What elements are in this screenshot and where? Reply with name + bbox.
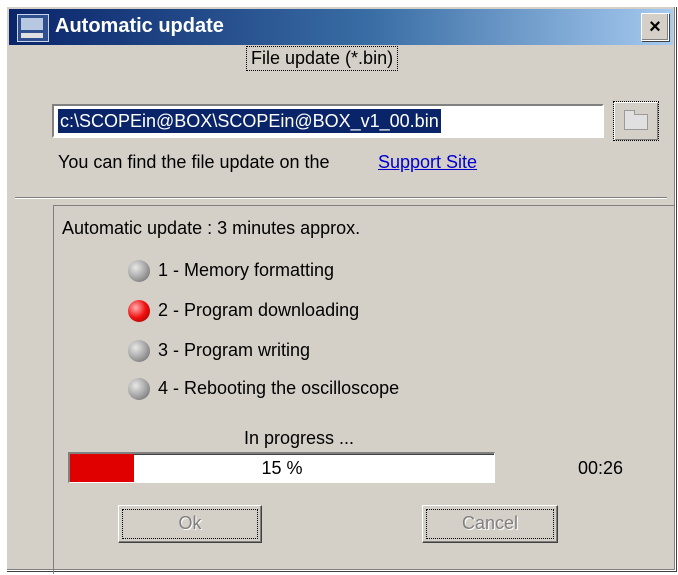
update-dialog: Automatic update × — [6, 6, 676, 574]
progress-bar: 15 % — [68, 452, 495, 483]
status-led-icon — [128, 340, 150, 362]
progress-percent: 15 % — [261, 458, 303, 478]
section-divider — [15, 197, 667, 199]
progress-status-text: In progress ... — [244, 428, 355, 448]
browse-button[interactable] — [613, 101, 659, 141]
elapsed-timer: 00:26 — [578, 458, 624, 478]
ok-button[interactable]: Ok — [118, 505, 262, 543]
status-led-icon — [128, 260, 150, 282]
support-site-link[interactable]: Support Site — [378, 152, 477, 173]
oscilloscope-app-icon — [17, 14, 49, 42]
window-title: Automatic update — [55, 15, 224, 37]
folder-icon — [624, 110, 648, 130]
update-duration-text: Automatic update : 3 minutes approx. — [62, 218, 361, 238]
close-button[interactable]: × — [641, 13, 669, 41]
status-led-icon — [128, 300, 150, 322]
file-update-label: File update (*.bin) — [246, 46, 399, 71]
title-bar[interactable]: Automatic update × — [9, 9, 673, 45]
cancel-button[interactable]: Cancel — [422, 505, 558, 543]
step-label: 3 - Program writing — [158, 340, 311, 360]
step-label: 4 - Rebooting the oscilloscope — [158, 378, 400, 398]
status-led-icon — [128, 378, 150, 400]
step-label: 1 - Memory formatting — [158, 260, 335, 280]
step-label: 2 - Program downloading — [158, 300, 360, 320]
support-text: You can find the file update on the — [58, 152, 330, 172]
file-path-input[interactable]: c:\SCOPEin@BOX\SCOPEin@BOX_v1_00.bin — [52, 104, 604, 138]
file-path-value[interactable]: c:\SCOPEin@BOX\SCOPEin@BOX_v1_00.bin — [58, 109, 441, 133]
